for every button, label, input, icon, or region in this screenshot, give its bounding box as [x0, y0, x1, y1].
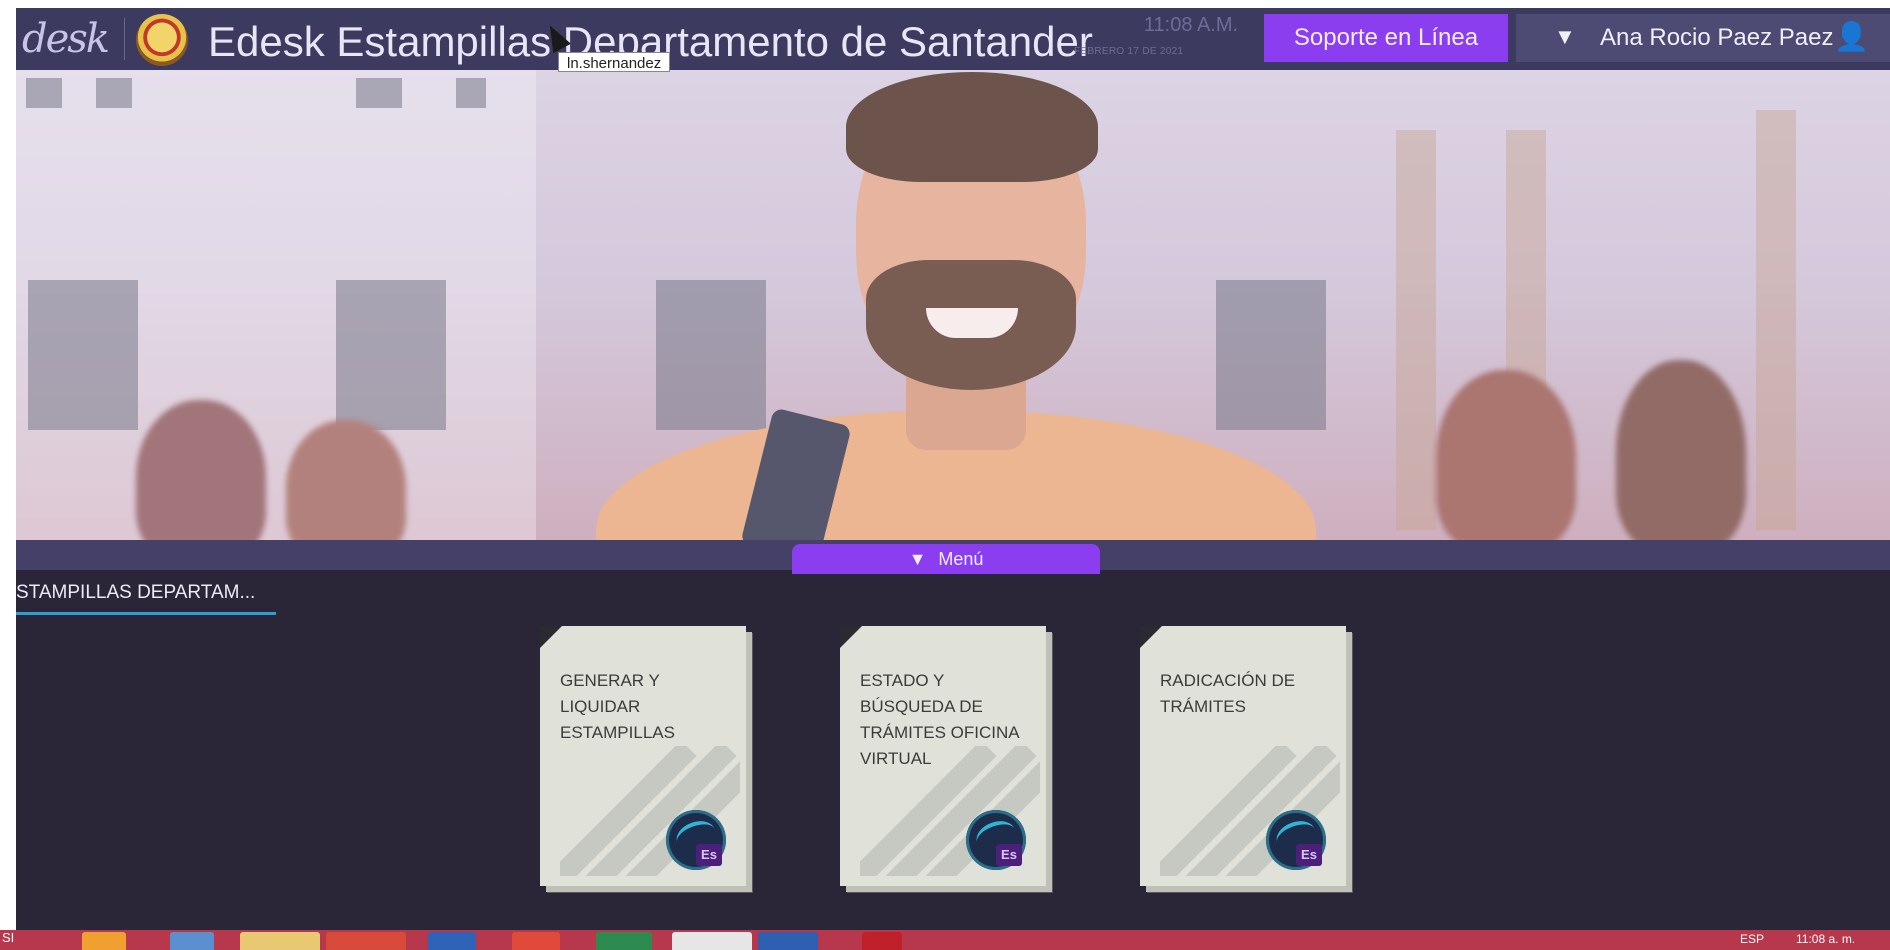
- top-bar: desk Edesk Estampillas Departamento de S…: [16, 8, 1890, 70]
- card-label: RADICACIÓN DE TRÁMITES: [1160, 671, 1296, 716]
- caret-down-icon: ▼: [1554, 24, 1576, 49]
- app-icon-badge: Es: [996, 844, 1022, 866]
- word-icon[interactable]: [758, 932, 818, 950]
- estampillas-app-icon: Es: [966, 810, 1026, 870]
- excel-icon[interactable]: [596, 932, 652, 950]
- user-tooltip: ln.shernandez: [558, 52, 671, 72]
- app-icon-badge: Es: [1296, 844, 1322, 866]
- user-menu[interactable]: ▼ Ana Rocio Paez Paez 👤: [1516, 14, 1890, 62]
- section-tab-title[interactable]: STAMPILLAS DEPARTAM...: [16, 582, 255, 604]
- section-tab-underline: [16, 612, 276, 615]
- estampillas-app-icon: Es: [1266, 810, 1326, 870]
- card-corner-marker: [1140, 626, 1162, 648]
- caret-down-icon: ▼: [908, 549, 927, 569]
- taskbar-clock[interactable]: 11:08 a. m.: [1796, 932, 1855, 946]
- menu-toggle-tab[interactable]: ▼ Menú: [792, 544, 1100, 574]
- card-radicacion[interactable]: RADICACIÓN DE TRÁMITES Es: [1140, 626, 1346, 886]
- edesk-logo[interactable]: desk: [22, 16, 110, 62]
- firefox-icon[interactable]: [82, 932, 126, 950]
- user-name: Ana Rocio Paez Paez: [1600, 24, 1834, 51]
- windows-taskbar: SI ESP 11:08 a. m.: [0, 930, 1890, 950]
- department-seal-icon: [136, 14, 188, 66]
- app-icon-badge: Es: [696, 844, 722, 866]
- hero-overlay: [16, 70, 1890, 540]
- file-explorer-icon[interactable]: [240, 932, 320, 950]
- app-icon[interactable]: [170, 932, 214, 950]
- logo-divider: [124, 18, 125, 60]
- edesk-app-window: desk Edesk Estampillas Departamento de S…: [16, 8, 1890, 930]
- card-label: GENERAR Y LIQUIDAR ESTAMPILLAS: [560, 671, 675, 742]
- card-corner-marker: [840, 626, 862, 648]
- taskbar-start[interactable]: SI: [2, 930, 14, 945]
- pdf-reader-icon[interactable]: [862, 932, 902, 950]
- clock-date: FEBRERO 17 DE 2021: [1074, 46, 1184, 57]
- estampillas-app-icon: Es: [666, 810, 726, 870]
- card-estado-busqueda[interactable]: ESTADO Y BÚSQUEDA DE TRÁMITES OFICINA VI…: [840, 626, 1046, 886]
- card-generar-liquidar[interactable]: GENERAR Y LIQUIDAR ESTAMPILLAS Es: [540, 626, 746, 886]
- taskbar-language[interactable]: ESP: [1740, 932, 1764, 946]
- app-icon[interactable]: [428, 932, 476, 950]
- app-icon[interactable]: [512, 932, 560, 950]
- user-icon: 👤: [1834, 21, 1869, 52]
- clock-time: 11:08 A.M.: [1143, 14, 1239, 36]
- support-online-button[interactable]: Soporte en Línea: [1264, 14, 1508, 62]
- chrome-icon[interactable]: [326, 932, 406, 950]
- document-icon[interactable]: [672, 932, 752, 950]
- hero-banner-image: [16, 70, 1890, 540]
- card-corner-marker: [540, 626, 562, 648]
- menu-tab-label: Menú: [938, 549, 984, 569]
